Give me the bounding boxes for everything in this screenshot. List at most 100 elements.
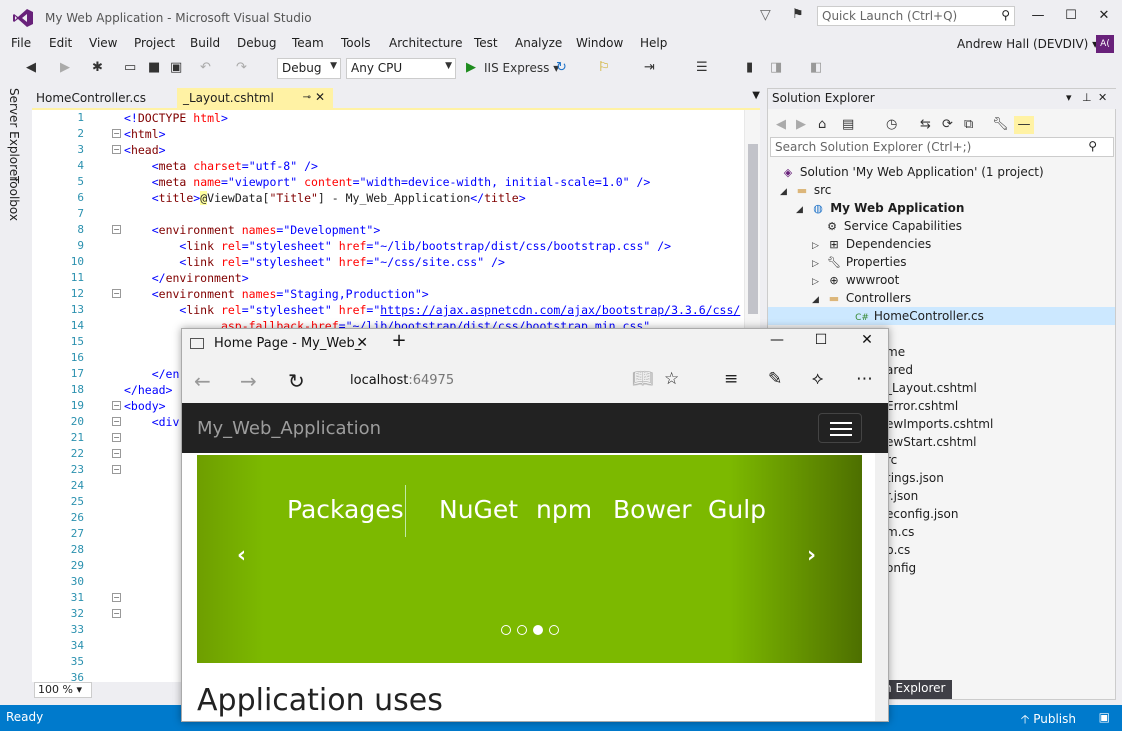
tree-item-dependencies[interactable]: ▷ ⊞ Dependencies xyxy=(812,235,931,253)
carousel-prev-icon[interactable]: ‹ xyxy=(237,543,246,568)
tree-item-partial[interactable]: ewImports.cshtml xyxy=(886,415,993,433)
carousel-next-icon[interactable]: › xyxy=(807,543,816,568)
tree-item-homecontroller[interactable]: C# HomeController.cs xyxy=(768,307,1115,325)
toolbox-tab[interactable]: Toolbox xyxy=(7,176,21,221)
dropdown-icon[interactable]: ▾ xyxy=(1066,91,1072,104)
bookmark-next-icon[interactable]: ◧ xyxy=(810,59,822,77)
tree-item-solution[interactable]: ◈ Solution 'My Web Application' (1 proje… xyxy=(780,163,1044,181)
fold-toggle-icon[interactable]: − xyxy=(112,401,121,410)
notifications-icon[interactable]: ⚑ xyxy=(792,7,804,22)
close-icon[interactable]: ✕ xyxy=(356,335,368,351)
forward-icon[interactable]: ▶ xyxy=(60,59,70,77)
publish-button[interactable]: 🡡︎ Publish xyxy=(1021,710,1076,731)
maximize-button[interactable]: ☐ xyxy=(1054,4,1088,28)
menu-window[interactable]: Window xyxy=(576,36,623,50)
server-explorer-tab[interactable]: Server Explorer xyxy=(7,88,21,181)
carousel-indicator[interactable] xyxy=(549,625,559,635)
menu-test[interactable]: Test xyxy=(474,36,498,50)
tree-item-partial[interactable]: _Layout.cshtml xyxy=(886,379,977,397)
carousel-indicator-active[interactable] xyxy=(533,625,543,635)
run-icon[interactable]: ▶ xyxy=(466,59,476,77)
tree-item-wwwroot[interactable]: ▷ ⊕ wwwroot xyxy=(812,271,899,289)
tab-overflow-icon[interactable]: ▼ xyxy=(752,90,760,101)
forward-icon[interactable]: ▶ xyxy=(796,116,806,134)
bookmark-prev-icon[interactable]: ◨ xyxy=(770,59,782,77)
minimize-button[interactable]: — xyxy=(1021,4,1055,28)
share-icon[interactable]: ⟡ xyxy=(812,369,823,389)
fold-toggle-icon[interactable]: − xyxy=(112,145,121,154)
scroll-thumb[interactable] xyxy=(748,144,758,314)
close-button[interactable]: ✕ xyxy=(1087,4,1121,28)
fold-toggle-icon[interactable]: − xyxy=(112,465,121,474)
collapse-all-icon[interactable]: ⧉ xyxy=(964,116,973,134)
home-icon[interactable]: ⌂ xyxy=(818,116,826,134)
save-all-icon[interactable]: ▣ xyxy=(170,59,182,77)
reading-view-icon[interactable]: 📖︎ xyxy=(632,369,654,389)
close-icon[interactable]: ✕ xyxy=(1098,91,1107,104)
fold-toggle-icon[interactable]: − xyxy=(112,433,121,442)
back-arrow-icon[interactable]: ← xyxy=(194,369,211,393)
tree-item-properties[interactable]: ▷ 🔧︎ Properties xyxy=(812,253,906,271)
back-icon[interactable]: ◀ xyxy=(26,59,36,77)
refresh-icon[interactable]: ⟳ xyxy=(942,116,953,134)
url-field[interactable]: localhost:64975 xyxy=(350,373,454,388)
tree-item-partial[interactable]: ared xyxy=(886,361,913,379)
menu-edit[interactable]: Edit xyxy=(49,36,72,50)
refresh-icon[interactable]: ↻ xyxy=(556,59,567,77)
comment-icon[interactable]: ☰ xyxy=(696,59,708,77)
menu-tools[interactable]: Tools xyxy=(341,36,371,50)
fold-toggle-icon[interactable]: − xyxy=(112,129,121,138)
fold-toggle-icon[interactable]: − xyxy=(112,593,121,602)
menu-architecture[interactable]: Architecture xyxy=(389,36,462,50)
tab-home-controller[interactable]: HomeController.cs xyxy=(30,88,175,108)
tree-item-project[interactable]: ◢ ◍ My Web Application xyxy=(796,199,964,217)
tree-item-partial[interactable]: p.cs xyxy=(886,541,910,559)
hub-icon[interactable]: ≡ xyxy=(724,369,738,389)
close-icon[interactable]: ✕ xyxy=(315,89,325,105)
favorite-star-icon[interactable]: ☆ xyxy=(664,369,679,389)
maximize-button[interactable]: ☐ xyxy=(806,332,836,348)
tree-item-partial[interactable]: Error.cshtml xyxy=(886,397,958,415)
back-icon[interactable]: ◀ xyxy=(776,116,786,134)
close-button[interactable]: ✕ xyxy=(852,332,882,348)
chevron-down-icon[interactable]: ◢ xyxy=(796,201,810,219)
solution-explorer-search[interactable]: Search Solution Explorer (Ctrl+;) ⚲ xyxy=(770,137,1114,157)
browser-tab[interactable]: Home Page - My_Web_ ✕ xyxy=(182,329,378,359)
fold-toggle-icon[interactable]: − xyxy=(112,609,121,618)
chevron-down-icon[interactable]: ◢ xyxy=(780,183,794,201)
new-project-icon[interactable]: ✱ xyxy=(92,59,103,77)
fold-toggle-icon[interactable]: − xyxy=(112,225,121,234)
fold-toggle-icon[interactable]: − xyxy=(112,417,121,426)
menu-help[interactable]: Help xyxy=(640,36,667,50)
refresh-icon[interactable]: ↻ xyxy=(288,369,305,393)
step-icon[interactable]: ⇥ xyxy=(644,59,655,77)
web-note-icon[interactable]: ✎ xyxy=(768,369,782,389)
find-icon[interactable]: ⚐ xyxy=(598,59,610,77)
more-icon[interactable]: ⋯ xyxy=(856,369,873,389)
tree-item-partial[interactable]: m.cs xyxy=(886,523,914,541)
new-tab-icon[interactable]: + xyxy=(384,330,414,351)
site-brand[interactable]: My_Web_Application xyxy=(197,418,381,439)
notifications-icon[interactable]: ▣ xyxy=(1099,710,1110,724)
tree-item-controllers[interactable]: ◢ ▬ Controllers xyxy=(812,289,911,307)
browser-scrollbar[interactable] xyxy=(875,453,888,721)
pin-icon[interactable]: ⊥ xyxy=(1082,91,1092,104)
menu-file[interactable]: File xyxy=(11,36,31,50)
configuration-select[interactable]: Debug ▼ xyxy=(277,58,341,79)
menu-project[interactable]: Project xyxy=(134,36,175,50)
tree-item-partial[interactable]: ewStart.cshtml xyxy=(886,433,977,451)
redo-icon[interactable]: ↷ xyxy=(236,59,247,77)
tree-item-src[interactable]: ◢ ▬ src xyxy=(780,181,831,199)
history-icon[interactable]: ◷ xyxy=(886,116,897,134)
tree-item-partial[interactable]: onfig xyxy=(886,559,916,577)
zoom-select[interactable]: 100 % ▾ xyxy=(34,682,92,698)
undo-icon[interactable]: ↶ xyxy=(200,59,211,77)
tree-item-partial[interactable]: econfig.json xyxy=(886,505,958,523)
carousel-indicator[interactable] xyxy=(501,625,511,635)
sync-icon[interactable]: ⇆ xyxy=(920,116,931,134)
user-name[interactable]: Andrew Hall (DEVDIV) ▾ xyxy=(957,37,1098,51)
minimize-button[interactable]: — xyxy=(762,332,792,348)
quick-launch-input[interactable]: Quick Launch (Ctrl+Q) ⚲ xyxy=(817,6,1015,26)
menu-team[interactable]: Team xyxy=(292,36,324,50)
tree-item-partial[interactable]: tings.json xyxy=(886,469,944,487)
